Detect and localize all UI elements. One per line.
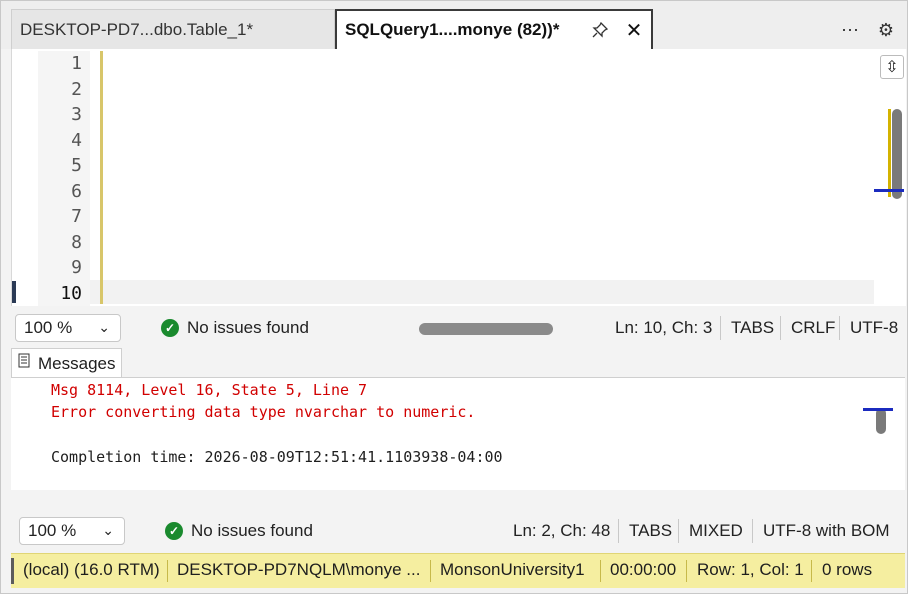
tab-strip: DESKTOP-PD7...dbo.Table_1* SQLQuery1....…: [1, 1, 907, 49]
completion-time: Completion time: 2026-08-09T12:51:41.110…: [51, 448, 503, 466]
divider: [839, 316, 840, 340]
cursor-position[interactable]: Ln: 10, Ch: 3: [615, 316, 712, 340]
elapsed-time: 00:00:00: [610, 560, 677, 579]
query-window: DESKTOP-PD7...dbo.Table_1* SQLQuery1....…: [0, 0, 908, 594]
tab-messages[interactable]: Messages: [11, 348, 122, 378]
error-message: Msg 8114, Level 16, State 5, Line 7: [51, 381, 368, 399]
login-user: DESKTOP-PD7NQLM\monye ...: [177, 560, 421, 579]
tab-sqlquery1[interactable]: SQLQuery1....monye (82))* ✕: [335, 9, 653, 49]
current-line-marker: [12, 281, 16, 303]
change-indicator: [100, 51, 103, 304]
divider: [430, 560, 431, 582]
issues-text: No issues found: [187, 318, 309, 337]
chevron-down-icon: ⌄: [102, 522, 114, 538]
database-name: MonsonUniversity1: [440, 560, 585, 579]
results-status-bar: 100 % ⌄ ✓ No issues found Ln: 2, Ch: 48 …: [11, 515, 905, 547]
encoding[interactable]: UTF-8: [850, 316, 898, 340]
row-count: 0 rows: [822, 560, 873, 579]
current-line-highlight: [90, 280, 874, 304]
issues-indicator[interactable]: ✓ No issues found: [161, 318, 309, 338]
line-number: 4: [71, 129, 82, 151]
divider: [752, 519, 753, 543]
chevron-down-icon: ⌄: [98, 319, 110, 335]
divider: [167, 560, 168, 582]
divider: [686, 560, 687, 582]
line-number: 3: [71, 104, 82, 125]
server-version: (local) (16.0 RTM): [23, 560, 160, 579]
tab-label: DESKTOP-PD7...dbo.Table_1*: [20, 19, 254, 39]
line-ending[interactable]: MIXED: [689, 519, 743, 543]
scroll-change-mark: [888, 109, 891, 197]
encoding[interactable]: UTF-8 with BOM: [763, 519, 890, 543]
issues-indicator[interactable]: ✓ No issues found: [165, 521, 313, 541]
indent-mode[interactable]: TABS: [629, 519, 672, 543]
error-message: Error converting data type nvarchar to n…: [51, 403, 476, 421]
messages-tab-label: Messages: [38, 353, 116, 373]
line-number: 6: [71, 180, 82, 202]
messages-scrollbar[interactable]: [863, 408, 893, 434]
close-icon[interactable]: ✕: [623, 19, 645, 42]
messages-icon: [18, 353, 32, 374]
cursor-position[interactable]: Ln: 2, Ch: 48: [513, 519, 610, 543]
line-ending[interactable]: CRLF: [791, 316, 835, 340]
editor-scrollbar[interactable]: [874, 109, 904, 199]
horizontal-scroll-thumb[interactable]: [419, 323, 553, 335]
divider: [720, 316, 721, 340]
connection-marker: [11, 558, 14, 584]
scroll-caret-mark: [874, 189, 904, 192]
editor-status-bar: 100 % ⌄ ✓ No issues found Ln: 10, Ch: 3 …: [11, 312, 905, 344]
tab-label: SQLQuery1....monye (82))*: [345, 20, 560, 39]
issues-text: No issues found: [191, 521, 313, 540]
line-number: 7: [71, 206, 82, 227]
zoom-value: 100 %: [24, 318, 73, 337]
divider: [678, 519, 679, 543]
line-number: 9: [71, 257, 82, 278]
line-number: 8: [71, 231, 82, 253]
divider: [811, 560, 812, 582]
check-icon: ✓: [161, 319, 179, 337]
divider: [600, 560, 601, 582]
split-editor-icon[interactable]: ⇳: [880, 55, 904, 79]
divider: [780, 316, 781, 340]
indent-mode[interactable]: TABS: [731, 316, 774, 340]
gear-icon[interactable]: ⚙: [875, 19, 897, 41]
scroll-thumb[interactable]: [892, 109, 902, 199]
line-number: 2: [71, 78, 82, 100]
messages-pane[interactable]: Msg 8114, Level 16, State 5, Line 7 Erro…: [11, 377, 905, 490]
tab-table1[interactable]: DESKTOP-PD7...dbo.Table_1*: [11, 9, 335, 49]
line-number: 1: [71, 53, 82, 74]
check-icon: ✓: [165, 522, 183, 540]
scroll-thumb[interactable]: [876, 408, 886, 434]
divider: [618, 519, 619, 543]
connection-status-bar: (local) (16.0 RTM) DESKTOP-PD7NQLM\monye…: [11, 553, 905, 588]
line-number: 5: [71, 155, 82, 176]
pin-icon[interactable]: [589, 19, 611, 41]
more-icon[interactable]: ⋯: [839, 19, 861, 41]
scroll-caret-mark: [863, 408, 893, 411]
sql-editor[interactable]: 1 2 3 4 5 6 7 8 9 10 ⇳: [11, 49, 906, 306]
line-number-gutter: 1 2 3 4 5 6 7 8 9 10: [38, 51, 90, 306]
line-number-current: 10: [60, 282, 82, 304]
zoom-select[interactable]: 100 % ⌄: [15, 314, 121, 342]
zoom-select[interactable]: 100 % ⌄: [19, 517, 125, 545]
row-col: Row: 1, Col: 1: [697, 560, 804, 579]
zoom-value: 100 %: [28, 521, 77, 540]
